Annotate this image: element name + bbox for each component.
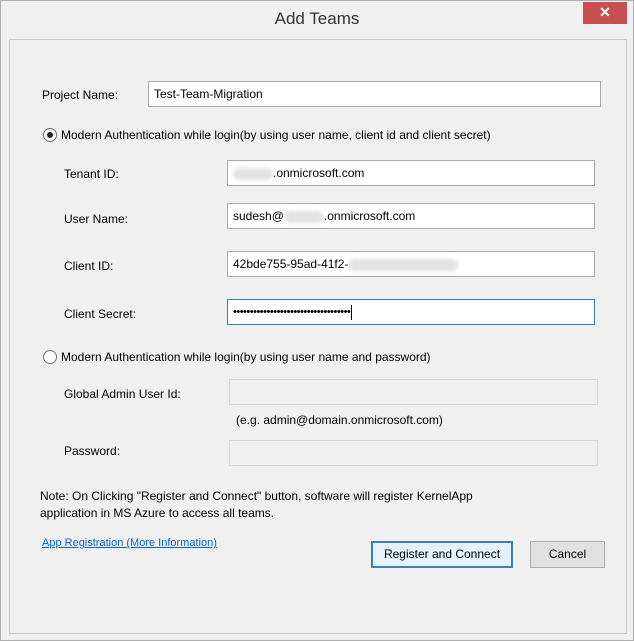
global-admin-input[interactable] xyxy=(229,379,598,405)
tenant-id-label: Tenant ID: xyxy=(64,167,119,181)
user-name-input[interactable]: sudesh@ .onmicrosoft.com xyxy=(227,203,595,229)
modern-auth-client-label: Modern Authentication while login(by usi… xyxy=(61,128,491,142)
redacted-text xyxy=(348,258,459,271)
client-secret-value: ••••••••••••••••••••••••••••••••••• xyxy=(233,306,351,318)
dialog-title: Add Teams xyxy=(274,9,360,28)
modern-auth-password-label: Modern Authentication while login(by usi… xyxy=(61,350,431,364)
add-teams-dialog: Add Teams ✕ Project Name: Test-Team-Migr… xyxy=(0,0,634,641)
redacted-text xyxy=(233,167,273,180)
client-secret-input[interactable]: ••••••••••••••••••••••••••••••••••• xyxy=(227,299,595,325)
tenant-id-input[interactable]: .onmicrosoft.com xyxy=(227,160,595,186)
tenant-id-suffix: .onmicrosoft.com xyxy=(273,166,365,180)
password-label: Password: xyxy=(64,444,121,458)
modern-auth-password-radio[interactable]: Modern Authentication while login(by usi… xyxy=(43,350,431,364)
register-note: Note: On Clicking "Register and Connect"… xyxy=(40,489,473,520)
user-name-label: User Name: xyxy=(64,212,129,226)
redacted-text xyxy=(283,210,324,223)
dialog-body: Project Name: Test-Team-Migration Modern… xyxy=(9,39,627,634)
text-caret xyxy=(351,304,353,320)
client-id-input[interactable]: 42bde755-95ad-41f2- xyxy=(227,251,595,277)
title-bar[interactable]: Add Teams ✕ xyxy=(1,1,633,39)
client-id-label: Client ID: xyxy=(64,259,114,273)
close-button[interactable]: ✕ xyxy=(583,2,627,24)
password-input[interactable] xyxy=(229,440,598,466)
radio-unchecked-icon xyxy=(43,350,57,364)
client-secret-label: Client Secret: xyxy=(64,307,137,321)
global-admin-label: Global Admin User Id: xyxy=(64,387,181,401)
register-and-connect-button[interactable]: Register and Connect xyxy=(371,541,513,568)
project-name-value: Test-Team-Migration xyxy=(154,87,263,101)
user-name-suffix: .onmicrosoft.com xyxy=(323,209,416,223)
close-icon: ✕ xyxy=(599,4,611,20)
app-registration-link[interactable]: App Registration (More Information) xyxy=(42,537,217,549)
radio-checked-icon xyxy=(43,128,57,142)
user-name-prefix: sudesh@ xyxy=(233,209,284,223)
project-name-label: Project Name: xyxy=(42,88,119,102)
project-name-input[interactable]: Test-Team-Migration xyxy=(148,81,601,107)
modern-auth-client-radio[interactable]: Modern Authentication while login(by usi… xyxy=(43,128,491,142)
client-id-value: 42bde755-95ad-41f2- xyxy=(233,257,349,271)
global-admin-hint: (e.g. admin@domain.onmicrosoft.com) xyxy=(236,413,443,427)
cancel-button[interactable]: Cancel xyxy=(530,541,605,568)
